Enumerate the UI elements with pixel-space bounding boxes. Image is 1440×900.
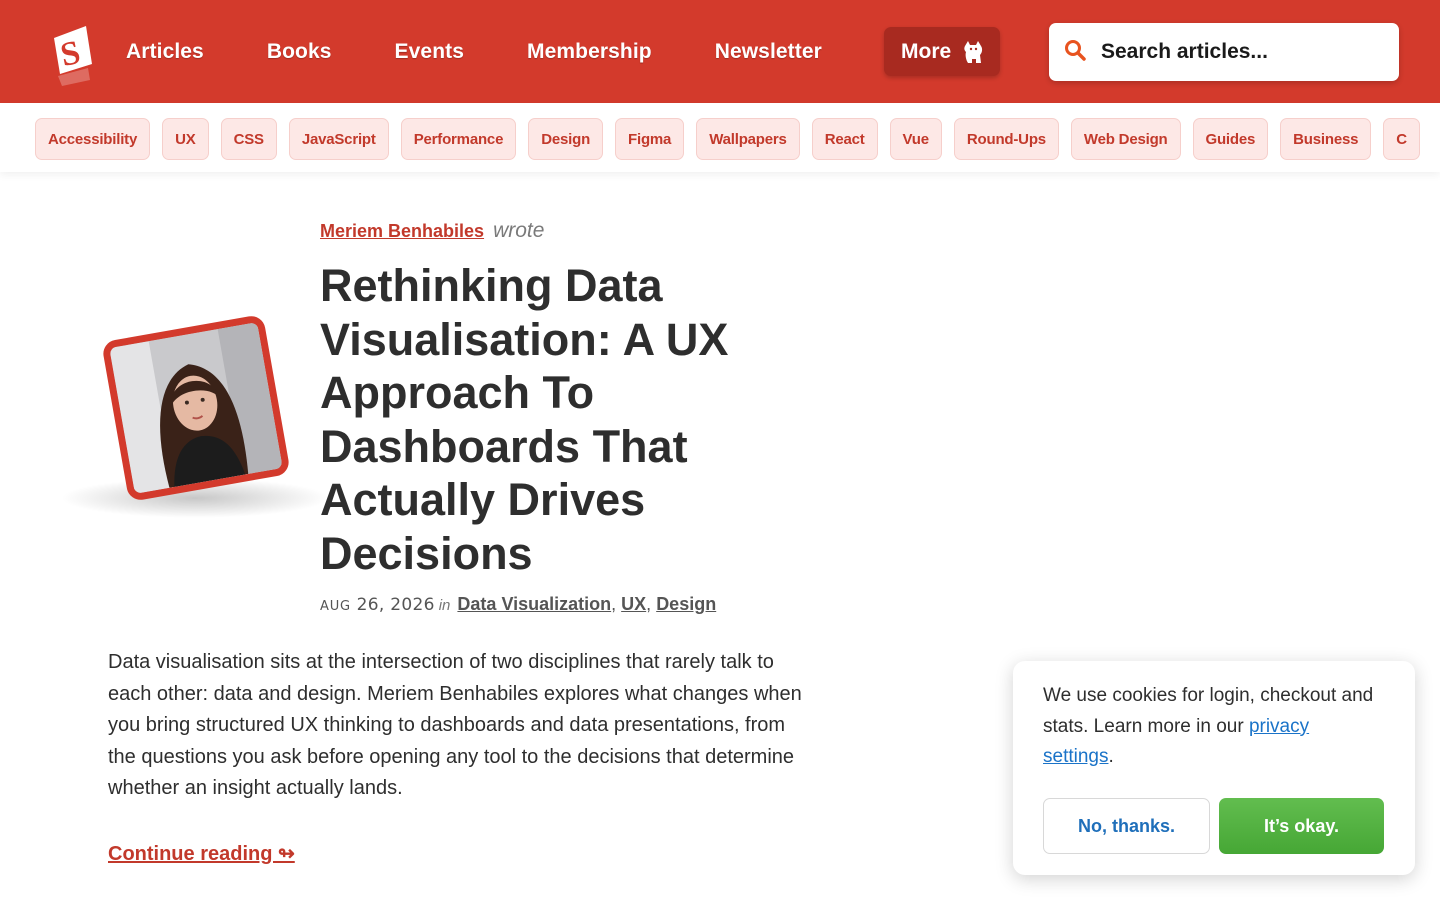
cookie-text-after: . xyxy=(1108,746,1114,767)
search-icon xyxy=(1063,38,1087,67)
date-month: Aug xyxy=(320,599,351,614)
category-link-data-visualization[interactable]: Data Visualization xyxy=(457,594,611,614)
accept-cookies-button[interactable]: It’s okay. xyxy=(1219,798,1384,854)
tag-cut-off[interactable]: C xyxy=(1383,118,1420,160)
cookie-text-before: We use cookies for login, checkout and s… xyxy=(1043,685,1374,737)
date-day-year: 26, 2026 xyxy=(356,595,435,615)
decline-cookies-button[interactable]: No, thanks. xyxy=(1043,798,1210,854)
tag-bar: Accessibility UX CSS JavaScript Performa… xyxy=(0,103,1440,172)
tag-business[interactable]: Business xyxy=(1280,118,1372,160)
article-meta: Aug 26, 2026 in Data Visualization, UX, D… xyxy=(320,594,717,615)
tag-list: Accessibility UX CSS JavaScript Performa… xyxy=(35,118,1432,160)
search-box[interactable] xyxy=(1049,23,1399,81)
site-header: S Articles Books Events Membership Newsl… xyxy=(0,0,1440,103)
main-nav: Articles Books Events Membership Newslet… xyxy=(126,0,885,103)
cookie-banner: We use cookies for login, checkout and s… xyxy=(1013,661,1415,875)
nav-newsletter[interactable]: Newsletter xyxy=(715,40,822,64)
author-line: Meriem Benhabiles wrote xyxy=(320,219,544,243)
nav-books[interactable]: Books xyxy=(267,40,332,64)
author-photo[interactable] xyxy=(101,313,291,503)
more-label: More xyxy=(901,39,952,63)
cookie-buttons: No, thanks. It’s okay. xyxy=(1043,798,1384,854)
tag-css[interactable]: CSS xyxy=(220,118,277,160)
more-button[interactable]: More xyxy=(884,27,1000,76)
cookie-text: We use cookies for login, checkout and s… xyxy=(1043,681,1385,773)
tag-react[interactable]: React xyxy=(811,118,878,160)
smashing-logo-icon[interactable]: S xyxy=(48,24,98,88)
continue-reading-link[interactable]: Continue reading ↬ xyxy=(108,841,295,866)
tag-design[interactable]: Design xyxy=(528,118,604,160)
tag-web-design[interactable]: Web Design xyxy=(1070,118,1181,160)
tag-performance[interactable]: Performance xyxy=(400,118,517,160)
nav-events[interactable]: Events xyxy=(395,40,464,64)
tag-javascript[interactable]: JavaScript xyxy=(288,118,389,160)
tag-wallpapers[interactable]: Wallpapers xyxy=(696,118,800,160)
article-title[interactable]: Rethinking Data Visualisation: A UX Appr… xyxy=(320,259,760,580)
tag-round-ups[interactable]: Round-Ups xyxy=(953,118,1059,160)
tag-accessibility[interactable]: Accessibility xyxy=(35,118,151,160)
tag-figma[interactable]: Figma xyxy=(615,118,685,160)
tag-guides[interactable]: Guides xyxy=(1192,118,1269,160)
author-link[interactable]: Meriem Benhabiles xyxy=(320,221,484,241)
tag-vue[interactable]: Vue xyxy=(889,118,942,160)
wrote-label: wrote xyxy=(493,219,545,242)
publish-date: Aug 26, 2026 xyxy=(320,595,435,615)
nav-articles[interactable]: Articles xyxy=(126,40,204,64)
nav-membership[interactable]: Membership xyxy=(527,40,652,64)
category-link-design[interactable]: Design xyxy=(656,594,716,614)
search-input[interactable] xyxy=(1101,40,1391,64)
tag-ux[interactable]: UX xyxy=(162,118,209,160)
category-link-ux[interactable]: UX xyxy=(621,594,646,614)
cat-icon xyxy=(960,38,988,66)
in-label: in xyxy=(438,597,451,614)
article-excerpt: Data visualisation sits at the intersect… xyxy=(108,651,802,799)
